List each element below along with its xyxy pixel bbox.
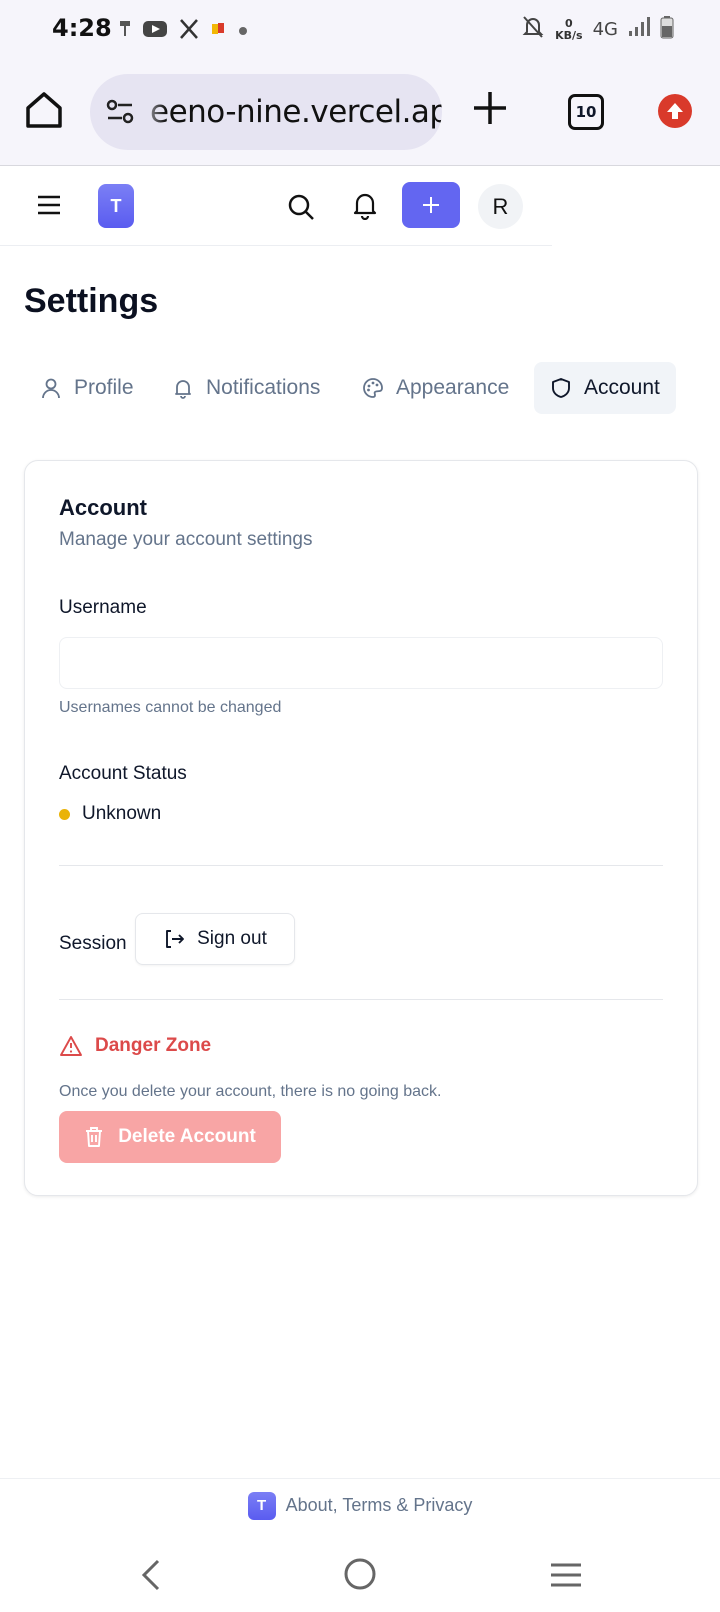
new-tab-button[interactable] bbox=[470, 88, 510, 128]
browser-toolbar: eeno-nine.vercel.app 10 bbox=[0, 62, 720, 166]
log-out-icon bbox=[166, 930, 185, 948]
recents-menu-icon bbox=[551, 1563, 581, 1587]
sign-out-button[interactable]: Sign out bbox=[135, 913, 295, 965]
username-field[interactable] bbox=[59, 637, 663, 689]
delete-account-label: Delete Account bbox=[118, 1126, 256, 1147]
bell-icon bbox=[175, 380, 191, 399]
footer-links[interactable]: About, Terms & Privacy bbox=[286, 1495, 473, 1516]
tab-label: Profile bbox=[74, 376, 134, 399]
sign-out-label: Sign out bbox=[197, 928, 267, 949]
danger-zone-title: Danger Zone bbox=[95, 1035, 212, 1056]
footer-logo: T bbox=[247, 1491, 276, 1520]
tab-label: Appearance bbox=[396, 376, 510, 399]
battery-icon bbox=[660, 15, 674, 44]
shield-icon bbox=[552, 378, 570, 398]
browser-home-button[interactable] bbox=[22, 88, 70, 136]
bell-icon bbox=[353, 193, 377, 221]
site-settings-icon[interactable] bbox=[104, 96, 136, 128]
danger-zone-description: Once you delete your account, there is n… bbox=[59, 1083, 442, 1100]
back-button[interactable] bbox=[138, 1558, 164, 1597]
tab-profile[interactable]: Profile bbox=[24, 362, 150, 414]
system-icons: 0 KB/s 4G bbox=[521, 14, 674, 45]
plus-icon bbox=[474, 92, 506, 124]
more-notifications-icon bbox=[238, 23, 248, 41]
search-icon bbox=[288, 194, 314, 220]
tab-appearance[interactable]: Appearance bbox=[346, 362, 525, 414]
net-speed-unit: KB/s bbox=[555, 28, 583, 42]
home-icon bbox=[26, 92, 62, 128]
search-button[interactable] bbox=[286, 192, 316, 222]
bell-muted-icon bbox=[521, 14, 545, 45]
tab-account[interactable]: Account bbox=[534, 362, 676, 414]
account-card: Account Manage your account settings Use… bbox=[24, 460, 698, 1196]
danger-zone-header: Danger Zone bbox=[59, 1035, 211, 1057]
menu-button[interactable] bbox=[36, 194, 62, 216]
warning-triangle-icon bbox=[60, 1036, 82, 1056]
divider bbox=[59, 999, 663, 1000]
tab-notifications[interactable]: Notifications bbox=[156, 362, 336, 414]
tab-switcher-button[interactable]: 10 bbox=[568, 94, 604, 130]
network-type: 4G bbox=[592, 19, 618, 40]
app-notification-icon bbox=[210, 20, 228, 43]
username-label: Username bbox=[59, 597, 147, 618]
session-label: Session bbox=[59, 933, 127, 954]
usb-icon bbox=[118, 19, 132, 44]
circle-home-icon bbox=[344, 1558, 376, 1590]
app-logo[interactable]: T bbox=[98, 184, 134, 228]
x-icon bbox=[178, 18, 200, 45]
tab-label: Notifications bbox=[206, 376, 321, 399]
net-speed-value: 0 bbox=[565, 16, 573, 30]
signal-icon bbox=[628, 16, 650, 43]
recents-button[interactable] bbox=[548, 1560, 584, 1595]
settings-tabs: Profile Notifications Appearance Account bbox=[24, 362, 700, 414]
card-description: Manage your account settings bbox=[59, 529, 313, 550]
hamburger-icon bbox=[38, 195, 60, 215]
user-avatar[interactable]: R bbox=[478, 184, 523, 229]
url-text: eeno-nine.vercel.app bbox=[150, 94, 442, 130]
tab-label: Account bbox=[584, 376, 660, 399]
status-dot bbox=[59, 808, 70, 820]
trash-icon bbox=[86, 1127, 103, 1147]
youtube-icon bbox=[142, 19, 168, 44]
delete-account-button[interactable]: Delete Account bbox=[59, 1111, 281, 1163]
app-header: T R bbox=[0, 166, 552, 246]
net-speed: 0 KB/s bbox=[555, 16, 583, 42]
footer: T About, Terms & Privacy bbox=[0, 1478, 720, 1532]
card-title: Account bbox=[59, 495, 147, 520]
create-button[interactable] bbox=[402, 182, 460, 228]
notifications-button[interactable] bbox=[350, 190, 380, 221]
system-nav-bar bbox=[0, 1540, 720, 1612]
status-bar: 4:28 0 KB/s 4G bbox=[0, 0, 720, 62]
user-icon bbox=[42, 378, 60, 399]
browser-update-button[interactable] bbox=[658, 94, 692, 128]
username-hint: Usernames cannot be changed bbox=[59, 699, 282, 716]
status-time: 4:28 bbox=[52, 14, 112, 42]
url-fade bbox=[136, 74, 166, 150]
notification-icons bbox=[118, 18, 248, 45]
address-bar[interactable]: eeno-nine.vercel.app bbox=[90, 74, 442, 150]
palette-icon bbox=[363, 378, 383, 398]
divider bbox=[59, 865, 663, 866]
status-value: Unknown bbox=[82, 803, 162, 824]
plus-icon bbox=[423, 197, 439, 213]
arrow-up-icon bbox=[667, 103, 683, 119]
page-title: Settings bbox=[24, 282, 159, 320]
account-status: Unknown bbox=[59, 803, 161, 825]
account-status-label: Account Status bbox=[59, 763, 187, 784]
back-icon bbox=[141, 1559, 160, 1591]
home-button[interactable] bbox=[342, 1556, 378, 1597]
